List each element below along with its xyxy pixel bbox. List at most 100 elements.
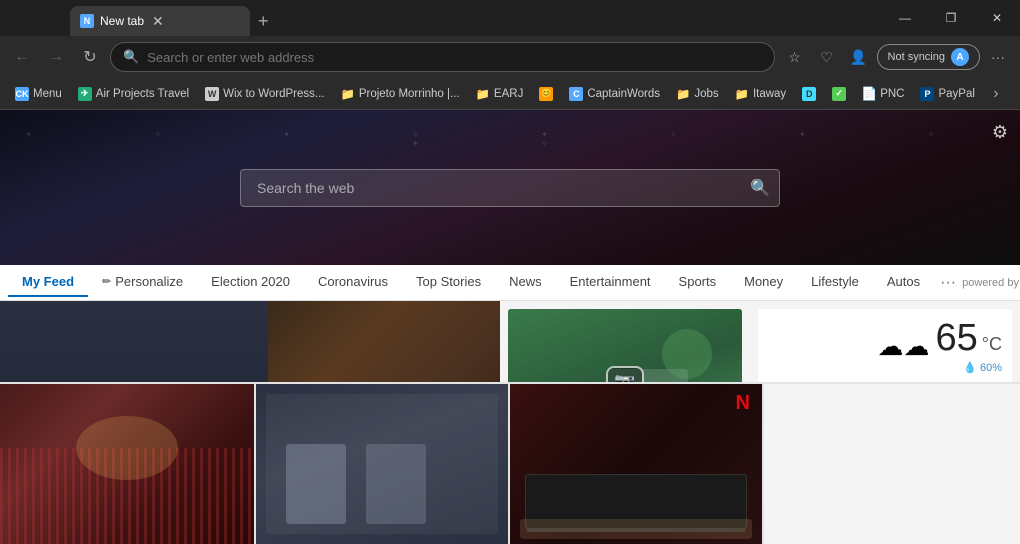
bookmark-itaway-label: Itaway: [753, 88, 786, 100]
camera-icon-overlay: 📷: [606, 366, 644, 383]
bookmark-projeto[interactable]: 📁 Projeto Morrinho |...: [333, 85, 466, 103]
aerial-circle: [662, 329, 712, 379]
bookmark-earj[interactable]: 📁 EARJ: [469, 85, 531, 103]
new-tab-button[interactable]: +: [250, 6, 277, 36]
tab-autos[interactable]: Autos: [873, 268, 934, 297]
bookmark-jobs-folder-icon: 📁: [676, 87, 690, 101]
bookmark-wix[interactable]: W Wix to WordPress...: [198, 85, 331, 103]
address-input[interactable]: [147, 50, 761, 65]
search-submit-button[interactable]: 🔍: [740, 169, 780, 207]
crowd-bg: [0, 384, 254, 544]
bookmark-green[interactable]: ✓: [825, 85, 853, 103]
tab-personalize[interactable]: ✏ Personalize: [88, 268, 197, 297]
bookmark-pnc-doc-icon: 📄: [862, 87, 876, 101]
bottom-news-card-1[interactable]: [0, 384, 254, 544]
bookmark-paypal-icon: P: [920, 87, 934, 101]
bookmark-earj-folder-icon: 📁: [476, 87, 490, 101]
main-featured-story[interactable]: Offseason grades: Fabulous (Bucs) to fai…: [0, 301, 268, 382]
new-tab-page: 🔍 ⚙ My Feed ✏ Personalize Election 2020 …: [0, 110, 1020, 544]
bookmark-green-icon: ✓: [832, 87, 846, 101]
mid-article-card[interactable]: 📷 TOP STORIES What is the average income…: [508, 309, 742, 382]
bookmark-airprojects[interactable]: ✈ Air Projects Travel: [71, 85, 196, 103]
bottom-news-card-3[interactable]: N: [508, 384, 762, 544]
tab-sports-label: Sports: [679, 274, 717, 289]
featured-story-bg: [0, 301, 268, 382]
bookmark-earj-label: EARJ: [494, 88, 523, 100]
bookmark-itaway[interactable]: 📁 Itaway: [728, 85, 794, 103]
bookmark-emoji[interactable]: 😊: [532, 85, 560, 103]
window-controls: — ❐ ✕: [882, 0, 1020, 36]
active-tab[interactable]: N New tab ✕: [70, 6, 250, 36]
tab-entertainment-label: Entertainment: [570, 274, 651, 289]
nav-actions: ☆ ♡ 👤 Not syncing A ···: [781, 43, 1012, 71]
tab-election[interactable]: Election 2020: [197, 268, 304, 297]
sync-button[interactable]: Not syncing A: [877, 44, 980, 70]
bookmark-jobs-label: Jobs: [694, 88, 718, 100]
bookmark-paypal-label: PayPal: [938, 88, 974, 100]
tab-top-stories-label: Top Stories: [416, 274, 481, 289]
tab-news[interactable]: News: [495, 268, 556, 297]
bookmark-discord[interactable]: D: [795, 85, 823, 103]
collections-button[interactable]: ♡: [813, 43, 841, 71]
bottom-card-3-img: N: [510, 384, 762, 544]
more-button[interactable]: ···: [984, 43, 1012, 71]
minimize-button[interactable]: —: [882, 0, 928, 36]
tab-money[interactable]: Money: [730, 268, 797, 297]
side-stories: First pics of Brady in Bucs uniform are …: [268, 301, 500, 382]
profile-button[interactable]: 👤: [845, 43, 873, 71]
mid-article-image: 📷: [508, 309, 742, 382]
side-story-1[interactable]: First pics of Brady in Bucs uniform are …: [268, 301, 500, 382]
tab-personalize-label: Personalize: [115, 274, 183, 289]
search-container: 🔍: [240, 169, 780, 207]
search-submit-icon: 🔍: [750, 178, 770, 198]
bookmark-disc-icon: D: [802, 87, 816, 101]
tab-title: New tab: [100, 14, 144, 28]
bookmark-emoji-icon: 😊: [539, 87, 553, 101]
tabs-more-button[interactable]: ···: [934, 274, 962, 292]
bookmark-pnc[interactable]: 📄 PNC: [855, 85, 911, 103]
featured-stories-column: Offseason grades: Fabulous (Bucs) to fai…: [0, 301, 500, 382]
weather-precip-value: 60%: [980, 362, 1002, 374]
weather-temp-row: 65 °C: [936, 319, 1002, 357]
bottom-news-card-2[interactable]: [254, 384, 508, 544]
other-favorites[interactable]: 📁 Other favorites: [1012, 85, 1020, 103]
bookmark-itaway-folder-icon: 📁: [735, 87, 749, 101]
bookmark-cap-label: CaptainWords: [587, 88, 660, 100]
netflix-logo: N: [736, 392, 750, 415]
gear-icon: ⚙: [992, 122, 1008, 142]
tab-sports[interactable]: Sports: [665, 268, 731, 297]
crowd-center: [76, 416, 178, 480]
tab-news-label: News: [509, 274, 542, 289]
tab-entertainment[interactable]: Entertainment: [556, 268, 665, 297]
tab-lifestyle[interactable]: Lifestyle: [797, 268, 873, 297]
bottom-news-card-4-empty: [762, 384, 1020, 544]
bookmarks-chevron-button[interactable]: ›: [984, 82, 1008, 106]
bookmark-jobs[interactable]: 📁 Jobs: [669, 85, 726, 103]
bookmark-captainwords[interactable]: C CaptainWords: [562, 85, 667, 103]
tab-money-label: Money: [744, 274, 783, 289]
favorites-button[interactable]: ☆: [781, 43, 809, 71]
back-button[interactable]: ←: [8, 43, 36, 71]
web-search-input[interactable]: [240, 169, 780, 207]
restore-button[interactable]: ❐: [928, 0, 974, 36]
bookmark-ck-label: Menu: [33, 88, 62, 100]
bookmark-paypal[interactable]: P PayPal: [913, 85, 981, 103]
bottom-news-row: N: [0, 382, 1020, 544]
tab-top-stories[interactable]: Top Stories: [402, 268, 495, 297]
brady-img-bg: [268, 301, 500, 382]
hands-hint: [520, 519, 752, 539]
tab-my-feed[interactable]: My Feed: [8, 268, 88, 297]
middle-column: 📷 TOP STORIES What is the average income…: [500, 301, 750, 382]
forward-button[interactable]: →: [42, 43, 70, 71]
refresh-button[interactable]: ↻: [76, 43, 104, 71]
close-button[interactable]: ✕: [974, 0, 1020, 36]
address-search-icon: 🔍: [123, 49, 139, 65]
content-area: Offseason grades: Fabulous (Bucs) to fai…: [0, 301, 1020, 544]
bookmark-ck[interactable]: CK Menu: [8, 85, 69, 103]
bookmarks-bar: CK Menu ✈ Air Projects Travel W Wix to W…: [0, 78, 1020, 110]
tab-close-button[interactable]: ✕: [152, 13, 164, 30]
tab-coronavirus-label: Coronavirus: [318, 274, 388, 289]
settings-gear-button[interactable]: ⚙: [992, 122, 1008, 143]
tab-coronavirus[interactable]: Coronavirus: [304, 268, 402, 297]
tab-lifestyle-label: Lifestyle: [811, 274, 859, 289]
